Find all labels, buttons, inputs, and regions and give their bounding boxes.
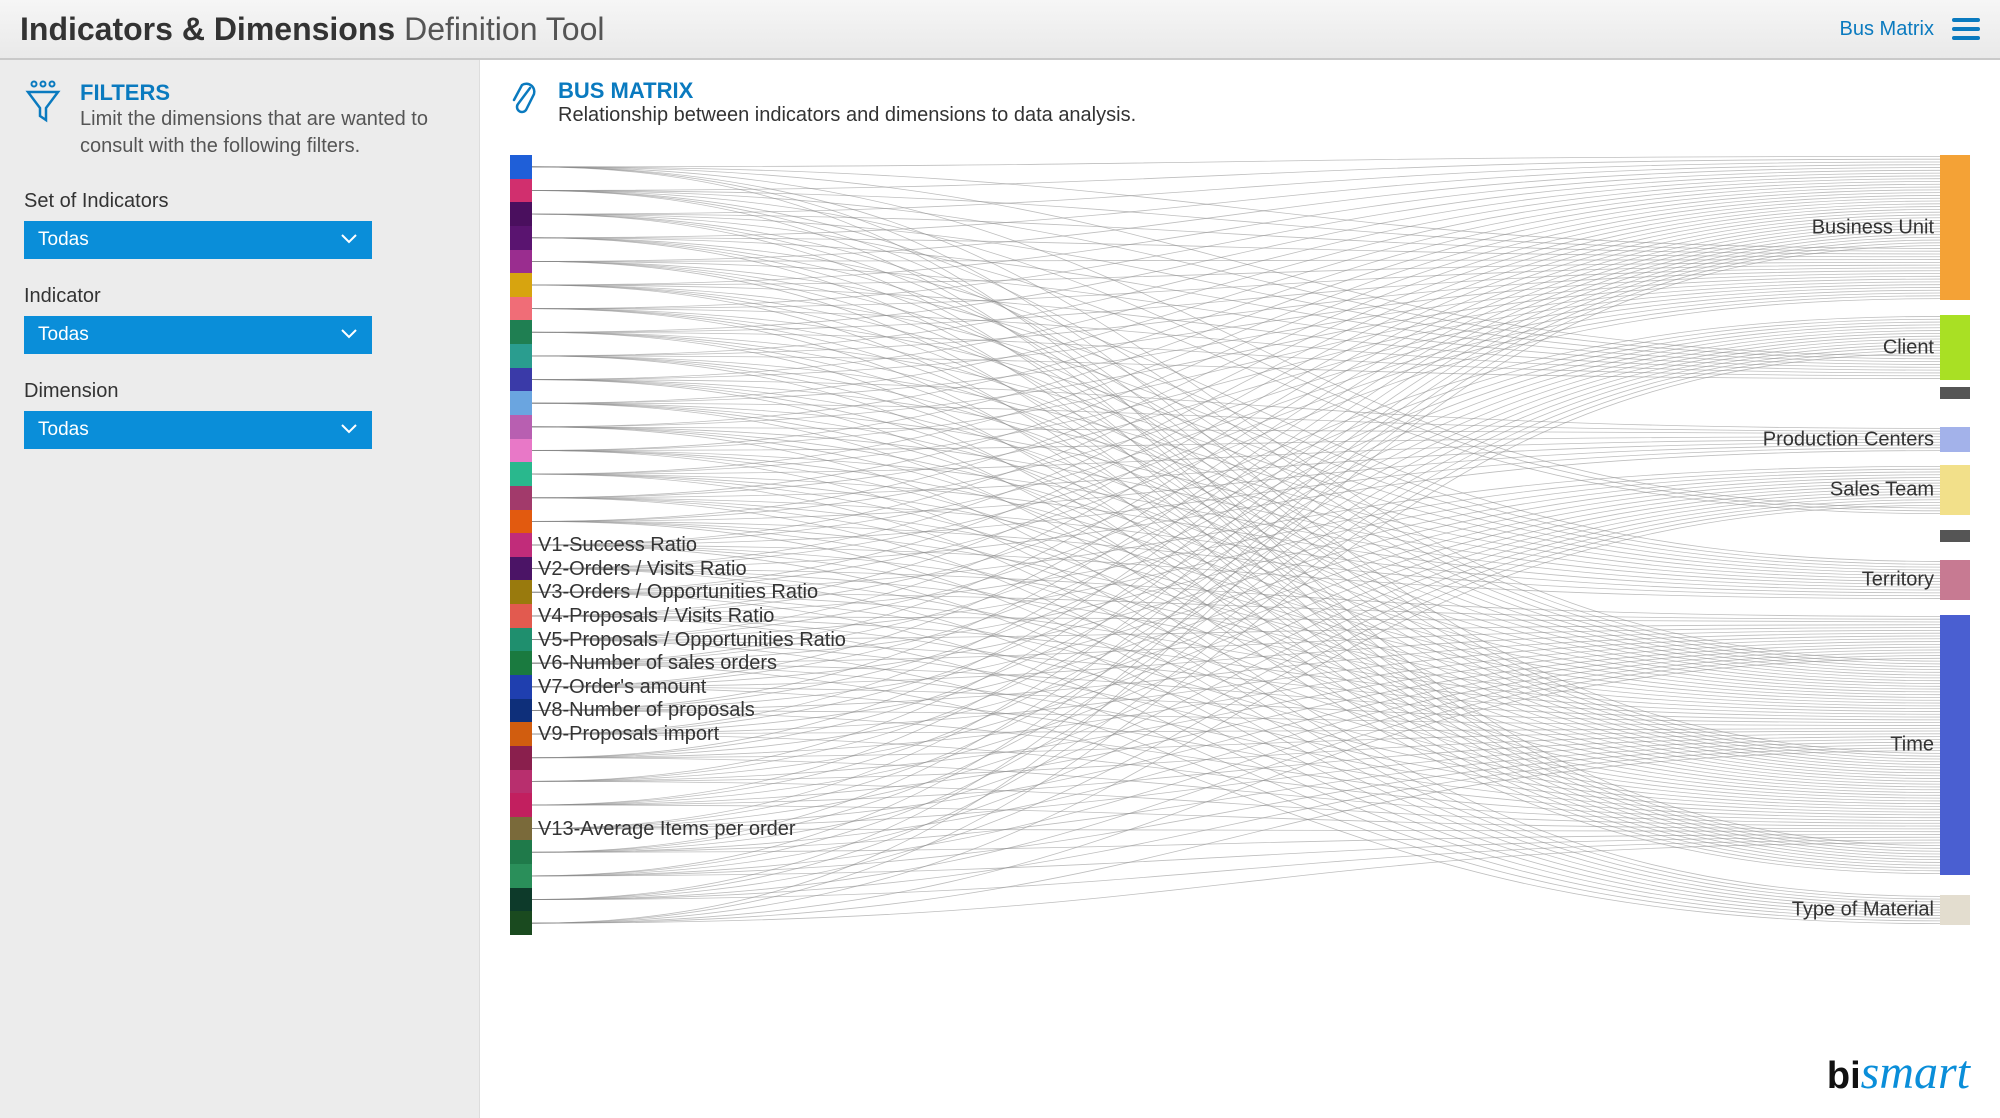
indicator-node[interactable] — [510, 840, 532, 864]
indicator-label: V8-Number of proposals — [538, 699, 755, 722]
indicator-node[interactable] — [510, 510, 532, 534]
dimension-node[interactable] — [1940, 315, 1970, 380]
indicator-node[interactable] — [510, 202, 532, 226]
indicator-label: V6-Number of sales orders — [538, 652, 777, 675]
indicator-node[interactable] — [510, 462, 532, 486]
filters-description: Limit the dimensions that are wanted to … — [80, 106, 455, 160]
dimension-gap — [1940, 387, 1970, 399]
filter-label-2: Dimension — [24, 380, 455, 403]
indicator-node[interactable] — [510, 415, 532, 439]
bismart-logo: bismart — [1827, 1045, 1970, 1100]
main-title: BUS MATRIX — [558, 78, 1136, 104]
dimension-gap — [1940, 530, 1970, 542]
indicator-node[interactable] — [510, 155, 532, 179]
filter-value: Todas — [38, 419, 89, 441]
indicator-node[interactable] — [510, 391, 532, 415]
indicator-node[interactable] — [510, 651, 532, 675]
indicator-label: V1-Success Ratio — [538, 534, 697, 557]
dimension-node[interactable] — [1940, 615, 1970, 875]
app-title-bold: Indicators & Dimensions — [20, 11, 395, 47]
indicator-label: V7-Order's amount — [538, 676, 706, 699]
indicator-node[interactable] — [510, 580, 532, 604]
filter-dropdown-1[interactable]: Todas — [24, 316, 372, 354]
filter-value: Todas — [38, 229, 89, 251]
dimension-node[interactable] — [1940, 465, 1970, 515]
indicator-node[interactable] — [510, 722, 532, 746]
dimension-node[interactable] — [1940, 895, 1970, 925]
indicator-node[interactable] — [510, 297, 532, 321]
indicator-node[interactable] — [510, 911, 532, 935]
indicator-node[interactable] — [510, 320, 532, 344]
main-panel: BUS MATRIX Relationship between indicato… — [480, 60, 2000, 1118]
dimension-node[interactable] — [1940, 560, 1970, 600]
indicator-node[interactable] — [510, 533, 532, 557]
indicator-node[interactable] — [510, 557, 532, 581]
indicator-node[interactable] — [510, 699, 532, 723]
filter-icon — [24, 80, 64, 160]
chevron-down-icon — [340, 324, 358, 346]
filter-label-1: Indicator — [24, 285, 455, 308]
dimension-label: Territory — [1862, 569, 1934, 592]
indicator-node[interactable] — [510, 675, 532, 699]
indicator-label: V3-Orders / Opportunities Ratio — [538, 581, 818, 604]
indicator-node[interactable] — [510, 344, 532, 368]
indicator-node[interactable] — [510, 888, 532, 912]
indicator-node[interactable] — [510, 439, 532, 463]
indicator-node[interactable] — [510, 486, 532, 510]
app-title-light: Definition Tool — [404, 11, 604, 47]
indicator-node[interactable] — [510, 273, 532, 297]
chevron-down-icon — [340, 419, 358, 441]
filter-value: Todas — [38, 324, 89, 346]
indicator-node[interactable] — [510, 746, 532, 770]
filter-dropdown-0[interactable]: Todas — [24, 221, 372, 259]
indicator-node[interactable] — [510, 864, 532, 888]
indicator-node[interactable] — [510, 368, 532, 392]
indicator-node[interactable] — [510, 817, 532, 841]
indicator-label: V5-Proposals / Opportunities Ratio — [538, 629, 846, 652]
menu-icon[interactable] — [1952, 18, 1980, 40]
indicator-node[interactable] — [510, 793, 532, 817]
indicator-node[interactable] — [510, 604, 532, 628]
filters-title: FILTERS — [80, 80, 455, 106]
paperclip-icon — [510, 82, 540, 127]
indicator-label: V13-Average Items per order — [538, 818, 796, 841]
filter-label-0: Set of Indicators — [24, 190, 455, 213]
chevron-down-icon — [340, 229, 358, 251]
dimension-label: Business Unit — [1812, 216, 1934, 239]
app-title: Indicators & Dimensions Definition Tool — [20, 11, 605, 48]
dimension-label: Type of Material — [1792, 899, 1934, 922]
dimension-label: Client — [1883, 336, 1934, 359]
sankey-chart: V1-Success RatioV2-Orders / Visits Ratio… — [510, 155, 1970, 935]
bus-matrix-link[interactable]: Bus Matrix — [1840, 18, 1934, 41]
indicator-node[interactable] — [510, 250, 532, 274]
filter-dropdown-2[interactable]: Todas — [24, 411, 372, 449]
main-subtitle: Relationship between indicators and dime… — [558, 104, 1136, 127]
dimension-node[interactable] — [1940, 427, 1970, 452]
filters-sidebar: FILTERS Limit the dimensions that are wa… — [0, 60, 480, 1118]
dimension-label: Production Centers — [1763, 428, 1934, 451]
top-bar: Indicators & Dimensions Definition Tool … — [0, 0, 2000, 60]
dimension-label: Time — [1890, 734, 1934, 757]
indicator-label: V2-Orders / Visits Ratio — [538, 558, 747, 581]
dimension-node[interactable] — [1940, 155, 1970, 300]
indicator-node[interactable] — [510, 628, 532, 652]
indicator-node[interactable] — [510, 226, 532, 250]
dimension-label: Sales Team — [1830, 479, 1934, 502]
indicator-node[interactable] — [510, 179, 532, 203]
indicator-label: V4-Proposals / Visits Ratio — [538, 605, 774, 628]
indicator-node[interactable] — [510, 770, 532, 794]
indicator-label: V9-Proposals import — [538, 723, 719, 746]
